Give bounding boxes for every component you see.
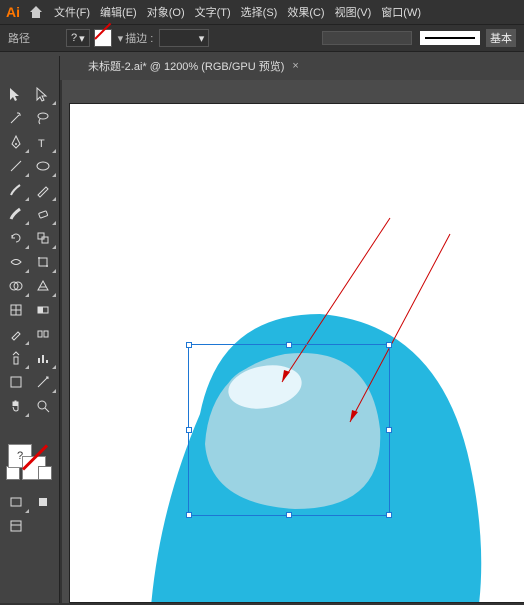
- line-tool[interactable]: [2, 154, 30, 178]
- close-tab-icon[interactable]: ×: [292, 60, 298, 72]
- options-bar: 路径 ? ▾ ▾ 描边 : ▾ 基本: [0, 24, 524, 52]
- svg-text:T: T: [38, 138, 45, 150]
- toolbar: T ?: [0, 56, 60, 603]
- stroke-swatch[interactable]: [94, 29, 112, 47]
- mesh-tool[interactable]: [2, 298, 30, 322]
- fill-dropdown[interactable]: ? ▾: [66, 29, 90, 47]
- resize-handle-ne[interactable]: [386, 342, 392, 348]
- rotate-tool[interactable]: [2, 226, 30, 250]
- stroke-label: 描边 :: [125, 30, 153, 46]
- scale-tool[interactable]: [30, 226, 58, 250]
- stroke-weight[interactable]: ▾: [159, 29, 209, 47]
- resize-handle-w[interactable]: [186, 427, 192, 433]
- zoom-tool[interactable]: [30, 394, 58, 418]
- lasso-tool[interactable]: [30, 106, 58, 130]
- menu-edit[interactable]: 编辑(E): [100, 4, 137, 20]
- selection-tool[interactable]: [2, 82, 30, 106]
- magic-wand-tool[interactable]: [2, 106, 30, 130]
- menu-object[interactable]: 对象(O): [147, 4, 185, 20]
- symbol-sprayer-tool[interactable]: [2, 346, 30, 370]
- screen-mode[interactable]: [2, 490, 30, 514]
- resize-handle-s[interactable]: [286, 512, 292, 518]
- canvas[interactable]: [70, 104, 524, 602]
- artboard-tool[interactable]: [2, 370, 30, 394]
- eraser-tool[interactable]: [30, 202, 58, 226]
- selection-bounding-box[interactable]: [188, 344, 390, 516]
- blend-tool[interactable]: [30, 322, 58, 346]
- ellipse-tool[interactable]: [30, 154, 58, 178]
- free-transform-tool[interactable]: [30, 250, 58, 274]
- type-tool[interactable]: T: [30, 130, 58, 154]
- width-tool[interactable]: [2, 250, 30, 274]
- workspace: [62, 80, 524, 603]
- resize-handle-se[interactable]: [386, 512, 392, 518]
- menu-view[interactable]: 视图(V): [335, 4, 372, 20]
- perspective-tool[interactable]: [30, 274, 58, 298]
- edit-toolbar[interactable]: [2, 514, 30, 538]
- document-tab[interactable]: 未标题-2.ai* @ 1200% (RGB/GPU 预览) ×: [78, 54, 309, 78]
- document-title: 未标题-2.ai* @ 1200% (RGB/GPU 预览): [88, 58, 284, 74]
- resize-handle-n[interactable]: [286, 342, 292, 348]
- resize-handle-e[interactable]: [386, 427, 392, 433]
- menubar: Ai 文件(F) 编辑(E) 对象(O) 文字(T) 选择(S) 效果(C) 视…: [0, 0, 524, 24]
- graphic-style-basic[interactable]: 基本: [486, 29, 516, 47]
- eyedropper-tool[interactable]: [2, 322, 30, 346]
- resize-handle-sw[interactable]: [186, 512, 192, 518]
- menu-type[interactable]: 文字(T): [195, 4, 231, 20]
- hand-tool[interactable]: [2, 394, 30, 418]
- resize-handle-nw[interactable]: [186, 342, 192, 348]
- home-icon[interactable]: [28, 4, 44, 20]
- pencil-tool[interactable]: [30, 178, 58, 202]
- menu-file[interactable]: 文件(F): [54, 4, 90, 20]
- fill-q: ?: [71, 32, 77, 44]
- gradient-tool[interactable]: [30, 298, 58, 322]
- pen-tool[interactable]: [2, 130, 30, 154]
- graph-tool[interactable]: [30, 346, 58, 370]
- menu-select[interactable]: 选择(S): [241, 4, 278, 20]
- color-mode-none[interactable]: [38, 466, 52, 480]
- blob-brush-tool[interactable]: [2, 202, 30, 226]
- menu-window[interactable]: 窗口(W): [381, 4, 421, 20]
- slice-tool[interactable]: [30, 370, 58, 394]
- opacity-field[interactable]: [322, 31, 412, 45]
- menu-effect[interactable]: 效果(C): [287, 4, 324, 20]
- shape-builder-tool[interactable]: [2, 274, 30, 298]
- document-tabs: 未标题-2.ai* @ 1200% (RGB/GPU 预览) ×: [0, 52, 524, 80]
- direct-select-tool[interactable]: [30, 82, 58, 106]
- stroke-preview[interactable]: [420, 31, 480, 45]
- path-label: 路径: [8, 30, 30, 46]
- app-logo: Ai: [6, 4, 20, 20]
- paintbrush-tool[interactable]: [2, 178, 30, 202]
- draw-mode[interactable]: [30, 490, 58, 514]
